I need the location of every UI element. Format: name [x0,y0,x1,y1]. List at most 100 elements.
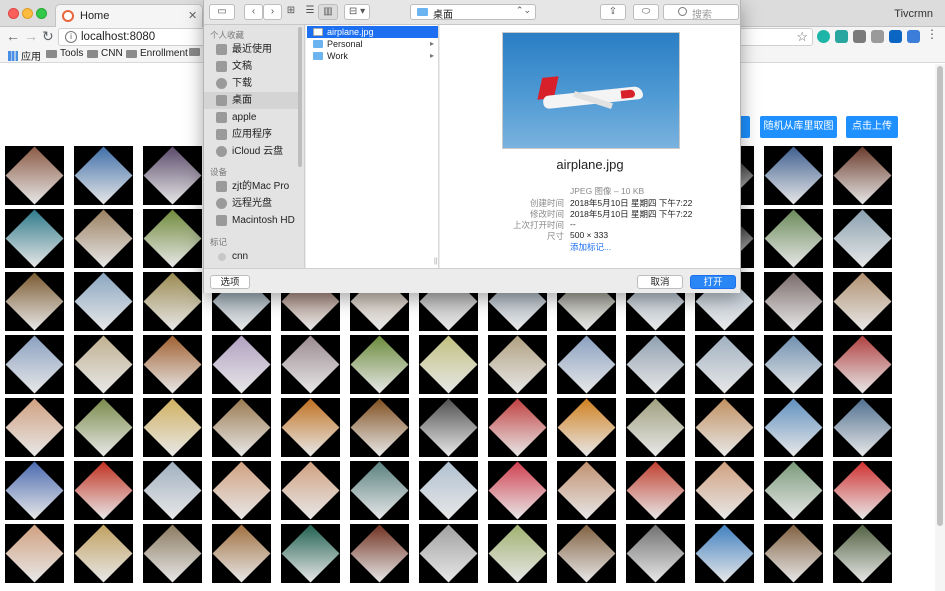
upload-button[interactable]: 点击上传 [846,116,898,138]
sidebar-item-downloads[interactable]: 下载 [204,75,298,92]
image-tile[interactable] [5,524,64,583]
image-tile[interactable] [833,398,892,457]
image-tile[interactable] [281,524,340,583]
image-tile[interactable] [764,335,823,394]
bookmark-enrollment[interactable]: Enrollment [126,48,188,59]
image-tile[interactable] [350,398,409,457]
image-tile[interactable] [557,335,616,394]
url-text[interactable]: localhost:8080 [81,31,155,43]
gallery-view-icon[interactable]: ⊟ ▾ [344,4,370,20]
image-tile[interactable] [143,209,202,268]
image-tile[interactable] [626,524,685,583]
image-tile[interactable] [5,335,64,394]
image-tile[interactable] [695,524,754,583]
sidebar-item-tag-cnn[interactable]: cnn [204,248,298,265]
image-tile[interactable] [557,461,616,520]
file-item-personal[interactable]: Personal ▸ [307,38,438,50]
image-tile[interactable] [695,398,754,457]
close-window-button[interactable] [8,8,19,19]
image-tile[interactable] [557,524,616,583]
image-tile[interactable] [695,335,754,394]
extension-blue-icon[interactable] [907,30,920,43]
image-tile[interactable] [488,524,547,583]
image-tile[interactable] [419,524,478,583]
image-tile[interactable] [143,524,202,583]
image-tile[interactable] [626,398,685,457]
image-tile[interactable] [488,398,547,457]
image-tile[interactable] [281,461,340,520]
image-tile[interactable] [764,272,823,331]
options-button[interactable]: 选项 [210,275,250,289]
extension-grey-icon[interactable] [853,30,866,43]
share-icon[interactable]: ⇪ [600,4,626,20]
extension-link-icon[interactable] [871,30,884,43]
image-tile[interactable] [5,461,64,520]
random-image-button[interactable]: 随机从库里取图 [760,116,837,138]
zoom-window-button[interactable] [36,8,47,19]
image-tile[interactable] [74,335,133,394]
image-tile[interactable] [833,524,892,583]
menu-kebab-icon[interactable]: ⋮ [926,27,938,41]
image-tile[interactable] [74,524,133,583]
search-field[interactable]: 搜索 [663,4,739,21]
file-item-airplane[interactable]: airplane.jpg [307,26,438,38]
image-tile[interactable] [74,209,133,268]
image-tile[interactable] [626,335,685,394]
sidebar-item-desktop[interactable]: 桌面 [204,92,298,109]
back-arrow-icon[interactable]: ← [6,28,20,44]
image-tile[interactable] [212,398,271,457]
image-tile[interactable] [764,146,823,205]
image-tile[interactable] [488,335,547,394]
sidebar-item-icloud[interactable]: iCloud 云盘 [204,143,298,160]
minimize-window-button[interactable] [22,8,33,19]
image-tile[interactable] [143,272,202,331]
open-button[interactable]: 打开 [690,275,736,289]
bookmark-tools[interactable]: Tools [46,48,83,59]
back-chevron-icon[interactable]: ‹ [244,4,263,20]
image-tile[interactable] [833,335,892,394]
sidebar-item-macintosh-hd[interactable]: Macintosh HD [204,212,298,229]
file-item-work[interactable]: Work ▸ [307,50,438,62]
tab-close-icon[interactable]: ✕ [188,9,197,22]
image-tile[interactable] [833,461,892,520]
image-tile[interactable] [5,398,64,457]
image-tile[interactable] [419,335,478,394]
image-tile[interactable] [626,461,685,520]
image-tile[interactable] [5,209,64,268]
image-tile[interactable] [74,398,133,457]
image-tile[interactable] [281,398,340,457]
icon-view-icon[interactable]: ⊞ [282,4,300,20]
profile-name[interactable]: Tivcrmn [894,8,933,20]
image-tile[interactable] [212,461,271,520]
image-tile[interactable] [74,272,133,331]
image-tile[interactable] [419,461,478,520]
image-tile[interactable] [833,272,892,331]
bookmark-apps[interactable]: 应用 [8,48,41,63]
page-scrollbar[interactable] [935,64,945,591]
extension-v-icon[interactable] [835,30,848,43]
image-tile[interactable] [764,398,823,457]
image-tile[interactable] [143,398,202,457]
image-tile[interactable] [488,461,547,520]
add-tags-link[interactable]: 添加标记... [570,241,611,253]
image-tile[interactable] [695,461,754,520]
reload-icon[interactable]: ↻ [42,28,54,44]
list-view-icon[interactable]: ☰ [301,4,319,20]
sidebar-toggle-icon[interactable]: ▭ [209,4,235,20]
image-tile[interactable] [5,272,64,331]
image-tile[interactable] [350,335,409,394]
sidebar-item-recents[interactable]: 最近使用 [204,41,298,58]
image-tile[interactable] [143,146,202,205]
location-popup[interactable]: 桌面 ⌃⌄ [410,4,536,21]
bookmark-overflow[interactable] [189,48,200,56]
image-tile[interactable] [833,146,892,205]
bookmark-star-icon[interactable]: ☆ [796,29,808,45]
sidebar-scrollbar[interactable] [298,27,302,167]
image-tile[interactable] [5,146,64,205]
image-tile[interactable] [143,461,202,520]
image-tile[interactable] [764,209,823,268]
sidebar-item-mac-pro[interactable]: zjt的Mac Pro [204,178,298,195]
sidebar-item-applications[interactable]: 应用程序 [204,126,298,143]
bookmark-cnn[interactable]: CNN [87,48,123,59]
image-tile[interactable] [281,335,340,394]
